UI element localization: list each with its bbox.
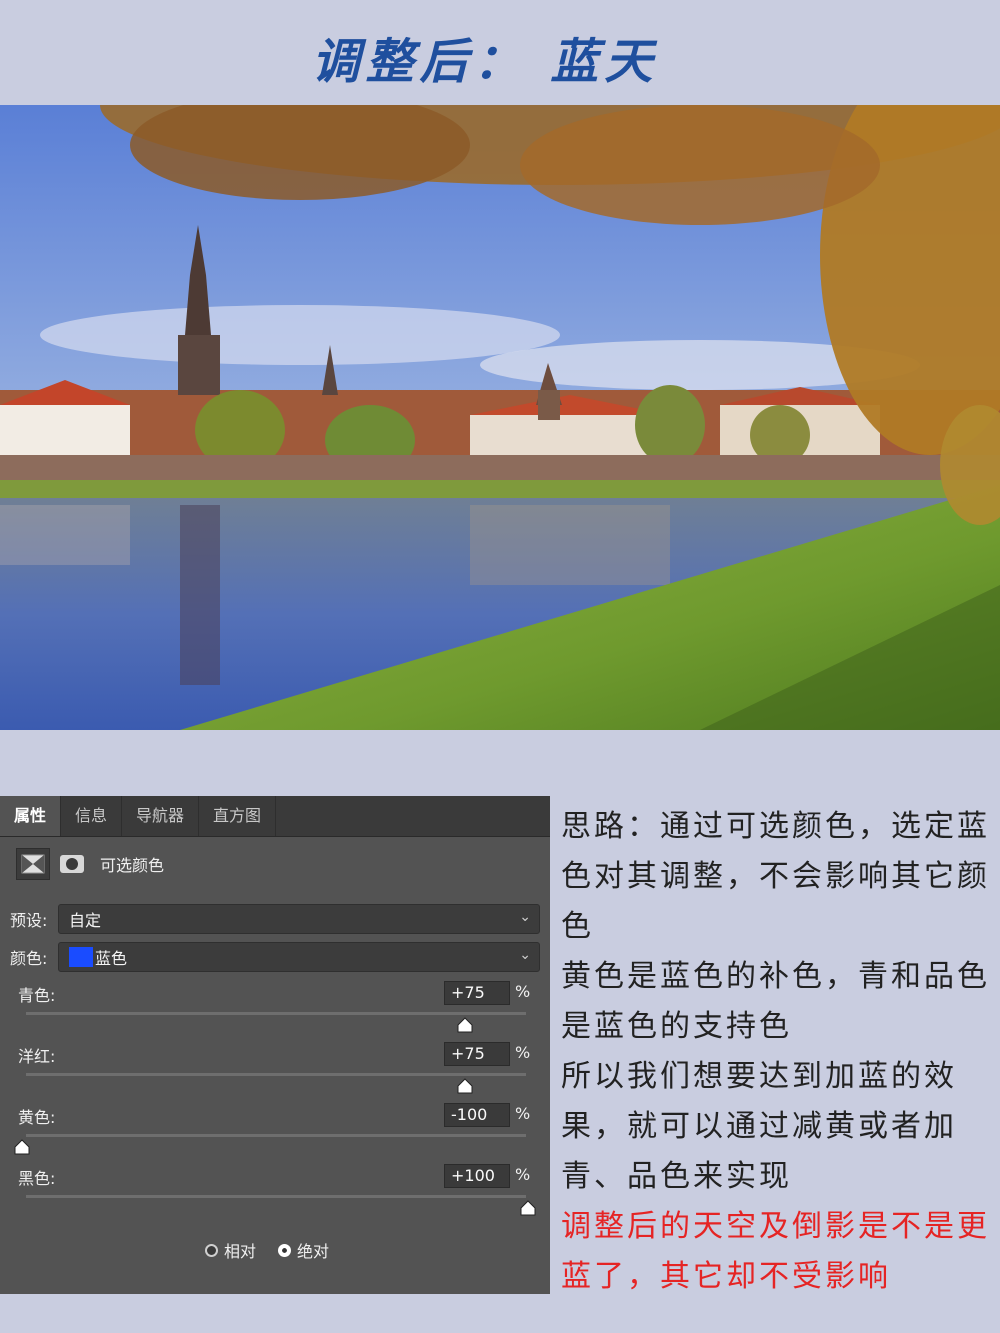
yellow-label: 黄色: [18,1108,56,1127]
landscape-photo [0,105,1000,730]
tab-info[interactable]: 信息 [61,796,123,836]
tab-properties[interactable]: 属性 [0,796,62,836]
cyan-label: 青色: [18,986,56,1005]
tab-histogram[interactable]: 直方图 [199,796,277,836]
relative-radio[interactable] [205,1243,218,1257]
layer-mask-icon[interactable] [60,855,84,873]
yellow-value-input[interactable]: -100 [444,1103,510,1127]
magenta-label: 洋红: [18,1047,56,1066]
adjustment-name: 可选颜色 [100,856,165,875]
magenta-slider-track[interactable] [26,1073,526,1076]
adjustment-header: 可选颜色 [16,848,164,880]
color-row: 颜色: 蓝色 ⌄ [10,942,540,972]
cyan-slider-thumb[interactable] [457,1017,473,1033]
cyan-value-input[interactable]: +75 [444,981,510,1005]
preset-value: 自定 [69,911,102,930]
cyan-percent: % [515,982,531,1001]
yellow-slider-track[interactable] [26,1134,526,1137]
cyan-slider-track[interactable] [26,1012,526,1015]
preset-row: 预设: 自定 ⌄ [10,904,540,934]
preset-select[interactable]: 自定 ⌄ [58,904,540,934]
black-value-input[interactable]: +100 [444,1164,510,1188]
properties-panel: 属性 信息 导航器 直方图 可选颜色 预设: 自定 ⌄ 颜色: 蓝色 ⌄ 青色:… [0,796,550,1294]
tab-navigator[interactable]: 导航器 [122,796,200,836]
magenta-slider-thumb[interactable] [457,1078,473,1094]
black-percent: % [515,1165,531,1184]
magenta-percent: % [515,1043,531,1062]
color-label: 颜色: [10,949,48,968]
note-2: 黄色是蓝色的补色，青和品色是蓝色的支持色 [561,959,990,1044]
color-swatch [69,947,93,967]
page-title: 调整后： 蓝天 [311,34,659,90]
black-slider-track[interactable] [26,1195,526,1198]
relative-label: 相对 [224,1242,257,1261]
panel-tabs: 属性 信息 导航器 直方图 [0,796,550,837]
selective-color-icon[interactable] [16,848,50,880]
color-value: 蓝色 [95,949,128,968]
note-4: 调整后的天空及倒影是不是更蓝了，其它却不受影响 [561,1209,990,1294]
black-slider-thumb[interactable] [520,1200,536,1216]
method-radio-group: 相对 绝对 [205,1238,329,1262]
chevron-down-icon: ⌄ [519,909,531,925]
notes-text: 思路：通过可选颜色，选定蓝色对其调整，不会影响其它颜色 黄色是蓝色的补色，青和品… [561,802,991,1302]
preset-label: 预设: [10,911,48,930]
magenta-value-input[interactable]: +75 [444,1042,510,1066]
color-select[interactable]: 蓝色 ⌄ [58,942,540,972]
yellow-percent: % [515,1104,531,1123]
absolute-label: 绝对 [297,1242,330,1261]
absolute-radio[interactable] [278,1243,292,1257]
chevron-down-icon: ⌄ [519,947,531,963]
yellow-slider-thumb[interactable] [14,1139,30,1155]
note-1: 思路：通过可选颜色，选定蓝色对其调整，不会影响其它颜色 [561,809,990,944]
note-3: 所以我们想要达到加蓝的效果，就可以通过减黄或者加青、品色来实现 [561,1059,957,1194]
black-label: 黑色: [18,1169,56,1188]
